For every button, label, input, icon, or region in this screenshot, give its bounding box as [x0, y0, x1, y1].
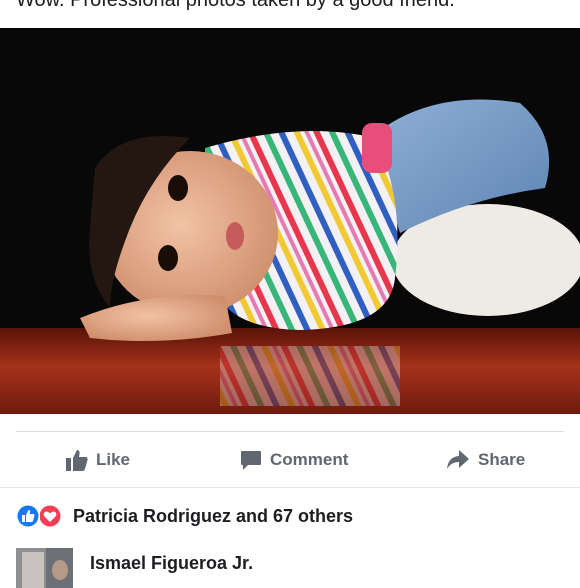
thumbs-up-icon [66, 449, 88, 471]
post-photo[interactable] [0, 28, 580, 414]
like-reaction-icon [16, 504, 40, 528]
comment-label: Comment [270, 450, 349, 469]
share-arrow-icon [446, 449, 470, 471]
reaction-icons [16, 504, 64, 528]
like-button[interactable]: Like [66, 440, 130, 480]
action-bar-divider [16, 431, 564, 432]
post-caption: Wow. Professional photos taken by a good… [16, 0, 455, 11]
love-reaction-icon [38, 504, 62, 528]
commenter-name[interactable]: Ismael Figueroa Jr. [90, 553, 253, 574]
post-action-bar: Like Comment Share [0, 440, 580, 480]
reactions-summary-text: Patricia Rodriguez and 67 others [73, 505, 354, 526]
photo-image [0, 28, 580, 414]
commenter-avatar[interactable] [16, 548, 73, 588]
like-label: Like [96, 450, 131, 469]
share-button[interactable]: Share [446, 440, 525, 480]
comment-button[interactable]: Comment [240, 440, 348, 480]
share-label: Share [478, 450, 526, 469]
section-divider [0, 487, 580, 488]
reactions-summary[interactable]: Patricia Rodriguez and 67 others [16, 503, 353, 529]
comment-bubble-icon [240, 449, 262, 471]
